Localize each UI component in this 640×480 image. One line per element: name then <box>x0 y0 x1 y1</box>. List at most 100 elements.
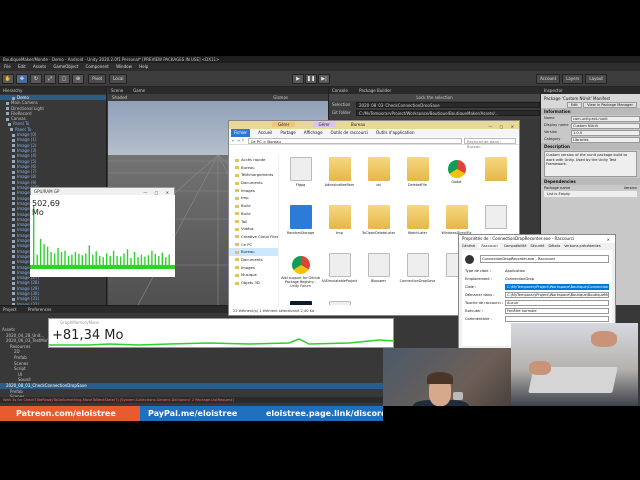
nav-item[interactable]: Build <box>229 202 278 210</box>
nav-item[interactable]: Accès rapide <box>229 156 278 164</box>
paypal-link[interactable]: PayPal.me/eloistree <box>140 406 250 421</box>
description-text[interactable]: Custom version of the nunit package buil… <box>544 151 637 177</box>
properties-tab[interactable]: Détails <box>548 244 560 248</box>
tab-game[interactable]: Game <box>133 88 145 93</box>
ribbon-file[interactable]: Fichier <box>231 129 251 137</box>
file-item[interactable] <box>320 299 359 305</box>
account-dropdown[interactable]: Account <box>536 74 561 84</box>
menu-component[interactable]: Component <box>86 64 109 69</box>
tab-scene[interactable]: Scene <box>111 88 123 93</box>
menu-help[interactable]: Help <box>139 64 148 69</box>
transform-tool-icon[interactable]: ⊕ <box>72 74 84 84</box>
file-item[interactable]: Ffgpg <box>281 155 320 203</box>
menu-gameobject[interactable]: GameObject <box>53 64 78 69</box>
file-item[interactable]: ConnectionDropSave <box>398 251 437 299</box>
menu-window[interactable]: Window <box>116 64 132 69</box>
close-icon[interactable]: ✕ <box>607 237 613 242</box>
nav-item[interactable]: Bureau <box>229 248 278 256</box>
window-controls-icon[interactable]: — ▢ ✕ <box>488 123 517 131</box>
file-item[interactable] <box>281 299 320 305</box>
step-icon[interactable]: ▶| <box>318 74 330 84</box>
nav-item[interactable]: Téléchargements <box>229 171 278 179</box>
nav-item[interactable]: Documents <box>229 256 278 264</box>
inspector-row-value[interactable]: com.unity.ext.nunit <box>571 115 640 122</box>
menu-file[interactable]: File <box>4 64 11 69</box>
file-item[interactable]: tmp <box>320 203 359 251</box>
console-status-bar[interactable]: Wait 3s for CheckTitleReadyToDoSomething… <box>0 397 400 403</box>
nav-item[interactable]: Objets 3D <box>229 279 278 287</box>
ribbon-app-tools[interactable]: Outils d'application <box>376 129 415 137</box>
file-item[interactable]: Add support for Github Package Registry … <box>281 251 320 299</box>
move-tool-icon[interactable]: ✥ <box>16 74 28 84</box>
hand-tool-icon[interactable]: ✋ <box>2 74 14 84</box>
menu-assets[interactable]: Assets <box>33 64 46 69</box>
nav-item[interactable]: tmp <box>229 194 278 202</box>
file-item[interactable]: ToCleanDeleteLater <box>359 203 398 251</box>
address-bar[interactable]: Ce PC > Bureau <box>247 137 462 144</box>
properties-tab[interactable]: Sécurité <box>530 244 544 248</box>
nav-item[interactable]: Documents <box>229 179 278 187</box>
menu-edit[interactable]: Edit <box>18 64 26 69</box>
discord-link[interactable]: eloistree.page.link/discord <box>250 406 383 421</box>
properties-row-value[interactable]: Aucun <box>505 300 609 306</box>
play-icon[interactable]: ▶ <box>292 74 304 84</box>
hierarchy-tab[interactable]: Hierarchy <box>0 87 106 94</box>
inspector-row-value[interactable]: Custom NUnit <box>571 122 640 129</box>
layout-dropdown[interactable]: Layout <box>585 74 608 84</box>
selection-field[interactable]: 2020_08_03_CheckConnectionDropSave <box>356 102 540 108</box>
shortcut-name-field[interactable]: ConnectionDropRecorder.exe - Raccourci <box>480 255 609 263</box>
file-item[interactable]: AllSimulatableProject <box>320 251 359 299</box>
tab-preferences[interactable]: Preferences <box>28 307 52 312</box>
properties-tab[interactable]: Raccourci <box>479 244 500 248</box>
search-input[interactable]: Rechercher dans : Bureau <box>464 137 516 149</box>
inspector-tab[interactable]: Inspector <box>541 87 640 94</box>
nav-item[interactable]: Bureau <box>229 164 278 172</box>
tab-package-builder[interactable]: Package Builder <box>359 88 391 93</box>
file-item[interactable]: AdhesiveKeeRam <box>320 155 359 203</box>
local-toggle[interactable]: Local <box>109 74 128 84</box>
layers-dropdown[interactable]: Layers <box>562 74 584 84</box>
description-header[interactable]: Description <box>541 143 640 150</box>
rotate-tool-icon[interactable]: ↻ <box>30 74 42 84</box>
nav-item[interactable]: Build <box>229 210 278 218</box>
properties-row-value[interactable]: C:\MyTemporaryProject\Workspace\Boutique… <box>505 284 609 290</box>
pivot-toggle[interactable]: Pivot <box>88 74 107 84</box>
dependencies-header[interactable]: Dependencies <box>541 178 640 185</box>
ribbon-home[interactable]: Accueil <box>258 129 272 137</box>
ribbon-view[interactable]: Affichage <box>304 129 323 137</box>
context-tab-manage-2[interactable]: Gérer <box>312 122 336 127</box>
tab-project[interactable]: Project <box>3 307 17 312</box>
file-item[interactable]: dd <box>359 155 398 203</box>
file-item[interactable]: DeletedFile <box>398 155 437 203</box>
lock-selection-button[interactable]: Lock the selection <box>329 94 540 101</box>
file-item[interactable]: Bbpower <box>359 251 398 299</box>
gizmos-dropdown[interactable]: Gizmos <box>273 94 288 101</box>
nav-item[interactable]: Creative Cloud Files <box>229 233 278 241</box>
properties-tab[interactable]: Général <box>462 244 475 248</box>
inspector-row-value[interactable]: 1.0.0 <box>571 129 640 136</box>
ribbon-shortcut-tools[interactable]: Outils de raccourci <box>331 129 368 137</box>
file-item[interactable]: WatchLater <box>398 203 437 251</box>
nav-item[interactable]: Images <box>229 187 278 195</box>
nav-item[interactable]: Images <box>229 264 278 272</box>
back-forward-icon[interactable]: ← → ↑ <box>232 138 245 143</box>
pause-icon[interactable]: ❚❚ <box>305 74 317 84</box>
properties-tab[interactable]: Versions précédentes <box>564 244 600 248</box>
nav-item[interactable]: Musique <box>229 271 278 279</box>
information-header[interactable]: Information <box>541 108 640 115</box>
patreon-link[interactable]: Patreon.com/eloistree <box>0 406 140 421</box>
nav-item[interactable]: Vidéos <box>229 225 278 233</box>
scale-tool-icon[interactable]: ⤢ <box>44 74 56 84</box>
rect-tool-icon[interactable]: ▢ <box>58 74 70 84</box>
view-in-package-manager-button[interactable]: View in Package Manager <box>583 102 637 108</box>
context-tab-manage-1[interactable]: Gérer <box>272 122 296 127</box>
file-item[interactable]: RandomStorage <box>281 203 320 251</box>
ribbon-share[interactable]: Partage <box>280 129 295 137</box>
shading-mode-dropdown[interactable]: Shaded <box>112 95 127 100</box>
nav-item[interactable]: Tail <box>229 218 278 226</box>
properties-tab[interactable]: Compatibilité <box>504 244 527 248</box>
properties-row-value[interactable] <box>505 316 609 322</box>
inspector-row-value[interactable]: Libraries <box>571 136 640 143</box>
file-item[interactable]: Godot <box>437 155 476 203</box>
file-item[interactable] <box>476 155 515 203</box>
